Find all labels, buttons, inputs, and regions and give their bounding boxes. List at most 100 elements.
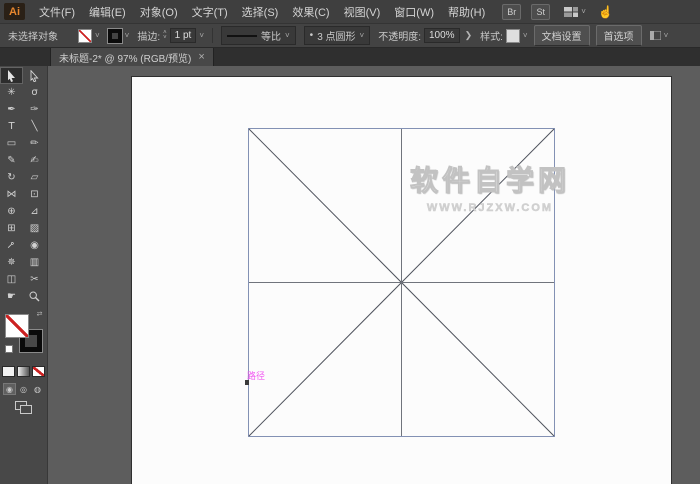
shape-builder-tool[interactable]: ⊕ [0, 203, 23, 220]
menu-help[interactable]: 帮助(H) [441, 4, 492, 20]
document-tab-title: 未标题-2* @ 97% (RGB/预览) [59, 53, 192, 65]
anchor-cursor-mark [245, 380, 249, 385]
type-tool[interactable]: T [0, 118, 23, 135]
chevron-down-icon[interactable]: ˅ [523, 31, 528, 40]
selection-tool[interactable] [0, 67, 23, 84]
swap-fill-stroke-icon[interactable]: ⇄ [37, 310, 43, 318]
scale-tool[interactable]: ▱ [23, 169, 46, 186]
shape-builder-icon: ⊕ [7, 206, 16, 217]
square-drawing [248, 128, 555, 437]
menu-file[interactable]: 文件(F) [32, 4, 82, 20]
width-profile-dropdown[interactable]: 等比 ˅ [221, 26, 296, 45]
screen-mode-button[interactable] [0, 401, 47, 414]
menu-select[interactable]: 选择(S) [235, 4, 286, 20]
chevron-down-icon[interactable]: ˅ [199, 31, 204, 40]
menu-object[interactable]: 对象(O) [133, 4, 185, 20]
lasso-icon: σ [31, 87, 38, 98]
artboard-tool[interactable]: ◫ [0, 271, 23, 288]
free-transform-tool[interactable]: ⊡ [23, 186, 46, 203]
lasso-tool[interactable]: σ [23, 84, 46, 101]
gradient-tool[interactable]: ▨ [23, 220, 46, 237]
pen-tool[interactable]: ✒ [0, 101, 23, 118]
zoom-tool[interactable] [23, 288, 46, 305]
menu-type[interactable]: 文字(T) [185, 4, 235, 20]
style-swatch[interactable] [505, 28, 520, 43]
draw-inside-button[interactable]: ◍ [31, 383, 44, 395]
canvas-area[interactable]: 软件自学网 WWW.RJZXW.COM 路径 [48, 66, 700, 484]
chevron-down-icon[interactable]: ˅ [285, 31, 290, 40]
chevron-down-icon: ˅ [581, 6, 586, 16]
line-segment-tool[interactable]: ╲ [23, 118, 46, 135]
workspace-grid-icon [564, 6, 579, 17]
stroke-color-swatch[interactable] [107, 28, 122, 43]
curvature-icon: ✑ [30, 104, 39, 115]
magic-wand-tool[interactable]: ✳ [0, 84, 23, 101]
fill-stroke-proxy[interactable]: ⇄ [4, 310, 44, 354]
direct-selection-arrow-icon [30, 69, 39, 82]
stroke-weight-input[interactable]: 1 pt [169, 28, 197, 43]
screen-mode-icon [15, 401, 32, 414]
symbol-sprayer-tool[interactable]: ✵ [0, 254, 23, 271]
touch-workspace-icon[interactable]: ☝ [598, 5, 613, 19]
paintbrush-tool[interactable]: ✏ [23, 135, 46, 152]
width-tool[interactable]: ⋈ [0, 186, 23, 203]
pencil-tool[interactable]: ✎ [0, 152, 23, 169]
mesh-tool[interactable]: ⊞ [0, 220, 23, 237]
square-with-diagonals[interactable] [248, 128, 556, 443]
blend-tool[interactable]: ◉ [23, 237, 46, 254]
menu-view[interactable]: 视图(V) [337, 4, 388, 20]
graph-tool[interactable]: ▥ [23, 254, 46, 271]
chevron-down-icon[interactable]: ˅ [360, 31, 365, 40]
stepper-down-icon[interactable]: ˅ [163, 35, 167, 41]
brush-dropdown[interactable]: • 3 点圆形 ˅ [303, 26, 371, 45]
hand-tool[interactable]: ☛ [0, 288, 23, 305]
stroke-weight-group: 描边: ˄ ˅ 1 pt ˅ [137, 28, 204, 43]
illustrator-window: Ai 文件(F) 编辑(E) 对象(O) 文字(T) 选择(S) 效果(C) 视… [0, 0, 700, 484]
chevron-down-icon[interactable]: ˅ [95, 31, 100, 40]
bridge-button[interactable]: Br [502, 3, 522, 20]
direct-selection-tool[interactable] [23, 67, 46, 84]
gradient-button[interactable] [17, 366, 30, 377]
preferences-button[interactable]: 首选项 [595, 25, 642, 46]
control-panel-menu[interactable]: ˅ [649, 31, 669, 40]
rectangle-tool[interactable]: ▭ [0, 135, 23, 152]
control-bar: 未选择对象 ˅ ˅ 描边: ˄ ˅ 1 pt ˅ 等比 ˅ • 3 点圆形 ˅ [0, 24, 700, 48]
slice-tool[interactable]: ✂ [23, 271, 46, 288]
eyedropper-tool[interactable]: ⊸ [0, 237, 23, 254]
menu-window[interactable]: 窗口(W) [387, 4, 441, 20]
draw-behind-button[interactable]: ◎ [17, 383, 30, 395]
style-label: 样式: [480, 32, 503, 43]
panel-menu-icon [649, 31, 661, 40]
chevron-down-icon[interactable]: ˅ [125, 31, 130, 40]
color-button[interactable] [2, 366, 15, 377]
menu-edit[interactable]: 编辑(E) [82, 4, 133, 20]
chevron-right-icon[interactable]: ❯ [465, 30, 473, 41]
fill-none-swatch[interactable] [78, 28, 92, 43]
opacity-input[interactable]: 100% [423, 28, 460, 43]
blob-brush-tool[interactable]: ✍ [23, 152, 46, 169]
perspective-grid-icon: ⊿ [30, 206, 39, 217]
none-button[interactable] [32, 366, 45, 377]
eyedropper-icon: ⊸ [4, 238, 19, 253]
tools-panel: ✳ σ ✒ ✑ T ╲ ▭ ✏ ✎ ✍ ↻ ▱ ⋈ ⊡ ⊕ ⊿ ⊞ ▨ ⊸ ◉ … [0, 66, 48, 484]
stroke-weight-stepper[interactable]: ˄ ˅ [163, 30, 167, 41]
curvature-tool[interactable]: ✑ [23, 101, 46, 118]
artboard[interactable]: 软件自学网 WWW.RJZXW.COM 路径 [131, 76, 672, 484]
close-icon[interactable]: × [198, 51, 204, 63]
perspective-grid-tool[interactable]: ⊿ [23, 203, 46, 220]
document-setup-button[interactable]: 文档设置 [533, 25, 590, 46]
workspace-switcher[interactable]: ˅ [564, 6, 586, 17]
default-fill-stroke-icon[interactable] [4, 345, 13, 353]
stroke-color-control[interactable]: ˅ [107, 28, 130, 43]
rotate-tool[interactable]: ↻ [0, 169, 23, 186]
opacity-label: 不透明度: [378, 32, 421, 43]
fill-proxy-none[interactable] [4, 314, 29, 338]
stock-button[interactable]: St [531, 3, 551, 20]
symbol-sprayer-icon: ✵ [7, 257, 16, 268]
document-tab[interactable]: 未标题-2* @ 97% (RGB/预览) × [50, 48, 214, 66]
color-mode-buttons [0, 366, 47, 377]
menu-effect[interactable]: 效果(C) [285, 4, 336, 20]
chevron-down-icon[interactable]: ˅ [664, 31, 669, 40]
draw-normal-button[interactable]: ◉ [3, 383, 16, 395]
fill-color-control[interactable]: ˅ [78, 28, 100, 43]
